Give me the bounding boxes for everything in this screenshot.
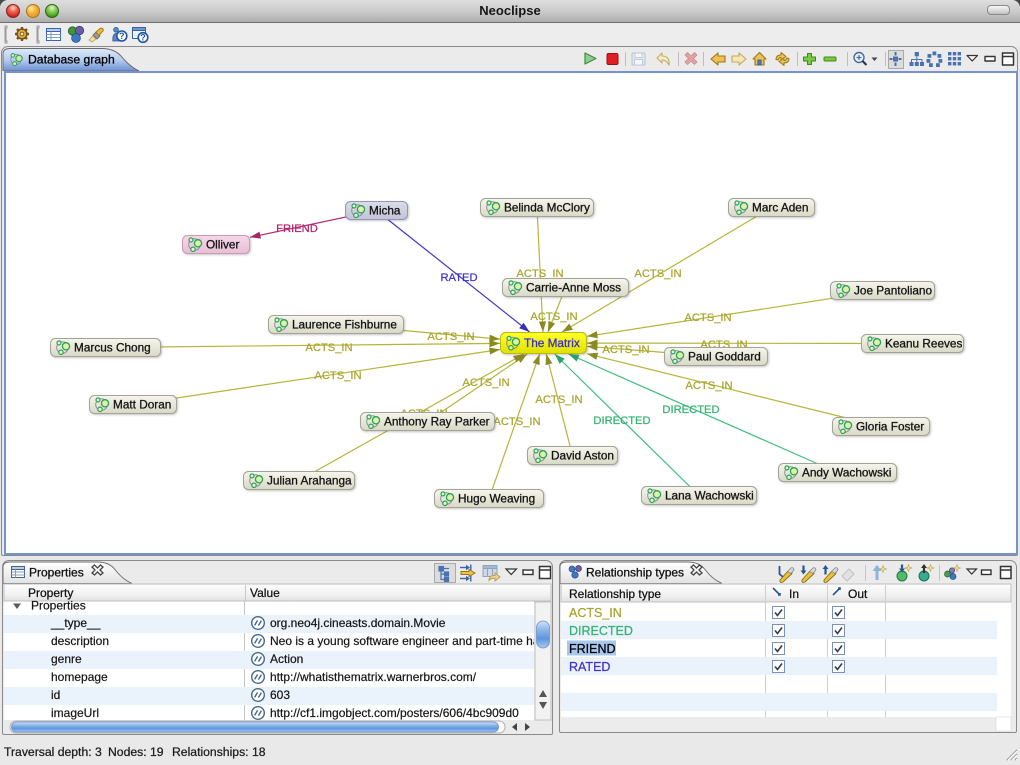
svg-text:Joe Pantoliano: Joe Pantoliano [854,284,932,298]
svg-text:homepage: homepage [51,670,108,684]
svg-text:Out: Out [848,587,868,601]
svg-text:RATED: RATED [440,272,477,284]
svg-text:ACTS_IN: ACTS_IN [305,342,352,354]
svg-text:Carrie-Anne Moss: Carrie-Anne Moss [526,281,621,295]
svg-text:DIRECTED: DIRECTED [662,404,719,416]
svg-text:?: ? [140,33,146,43]
svg-text:Marcus Chong: Marcus Chong [74,341,151,355]
svg-text:Database graph: Database graph [28,53,115,67]
svg-text:The Matrix: The Matrix [524,336,580,350]
svg-text:?: ? [119,31,125,41]
svg-text:Laurence Fishburne: Laurence Fishburne [292,318,397,332]
svg-text:DIRECTED: DIRECTED [569,624,633,638]
svg-text:Keanu Reeves: Keanu Reeves [885,337,962,351]
svg-text:Marc Aden: Marc Aden [752,201,808,215]
svg-text:ACTS_IN: ACTS_IN [462,377,509,389]
svg-text:Olliver: Olliver [206,238,239,252]
svg-text:Lana Wachowski: Lana Wachowski [665,489,754,503]
svg-text:Gloria Foster: Gloria Foster [856,420,924,434]
svg-text:__type__: __type__ [50,616,101,630]
svg-text:David Aston: David Aston [551,449,614,463]
svg-text:603: 603 [270,688,290,702]
svg-text:ACTS_IN: ACTS_IN [493,416,540,428]
svg-text:Micha: Micha [369,204,401,218]
svg-text:Hugo Weaving: Hugo Weaving [458,492,535,506]
svg-text:ACTS_IN: ACTS_IN [685,380,732,392]
svg-text:Paul Goddard: Paul Goddard [688,350,761,364]
svg-text:ACTS_IN: ACTS_IN [530,311,577,323]
svg-text:Andy Wachowski: Andy Wachowski [802,466,891,480]
svg-text:Belinda McClory: Belinda McClory [504,201,590,215]
svg-text:Action: Action [270,652,303,666]
svg-text:ACTS_IN: ACTS_IN [684,312,731,324]
svg-text:FRIEND: FRIEND [276,223,318,235]
svg-text:ACTS_IN: ACTS_IN [314,370,361,382]
svg-text:Properties: Properties [31,599,86,613]
svg-text:Value: Value [250,586,280,600]
svg-text:description: description [51,634,109,648]
svg-text:ACTS_IN: ACTS_IN [569,606,622,620]
svg-text:Julian Arahanga: Julian Arahanga [267,474,352,488]
svg-text:ACTS_IN: ACTS_IN [634,268,681,280]
svg-text:ACTS_IN: ACTS_IN [427,331,474,343]
svg-text:ACTS_IN: ACTS_IN [602,344,649,356]
svg-text:http://whatisthematrix.warnerb: http://whatisthematrix.warnerbros.com/ [270,670,477,684]
svg-text:id: id [51,688,60,702]
svg-text:FRIEND: FRIEND [569,642,616,656]
svg-text:org.neo4j.cineasts.domain.Movi: org.neo4j.cineasts.domain.Movie [270,616,446,630]
svg-text:ACTS_IN: ACTS_IN [535,394,582,406]
svg-text:Anthony Ray Parker: Anthony Ray Parker [384,415,490,429]
svg-text:Relationship type: Relationship type [569,587,661,601]
svg-text:genre: genre [51,652,82,666]
svg-text:Relationship types: Relationship types [586,566,684,580]
svg-text:http://cf1.imgobject.com/poste: http://cf1.imgobject.com/posters/606/4bc… [270,706,519,720]
svg-text:Neo is a young software engine: Neo is a young software engineer and par… [270,634,546,648]
svg-text:imageUrl: imageUrl [51,706,99,720]
svg-text:RATED: RATED [569,660,610,674]
svg-text:Properties: Properties [29,566,84,580]
svg-text:In: In [789,587,799,601]
svg-text:DIRECTED: DIRECTED [593,415,650,427]
svg-text:Matt Doran: Matt Doran [113,398,171,412]
